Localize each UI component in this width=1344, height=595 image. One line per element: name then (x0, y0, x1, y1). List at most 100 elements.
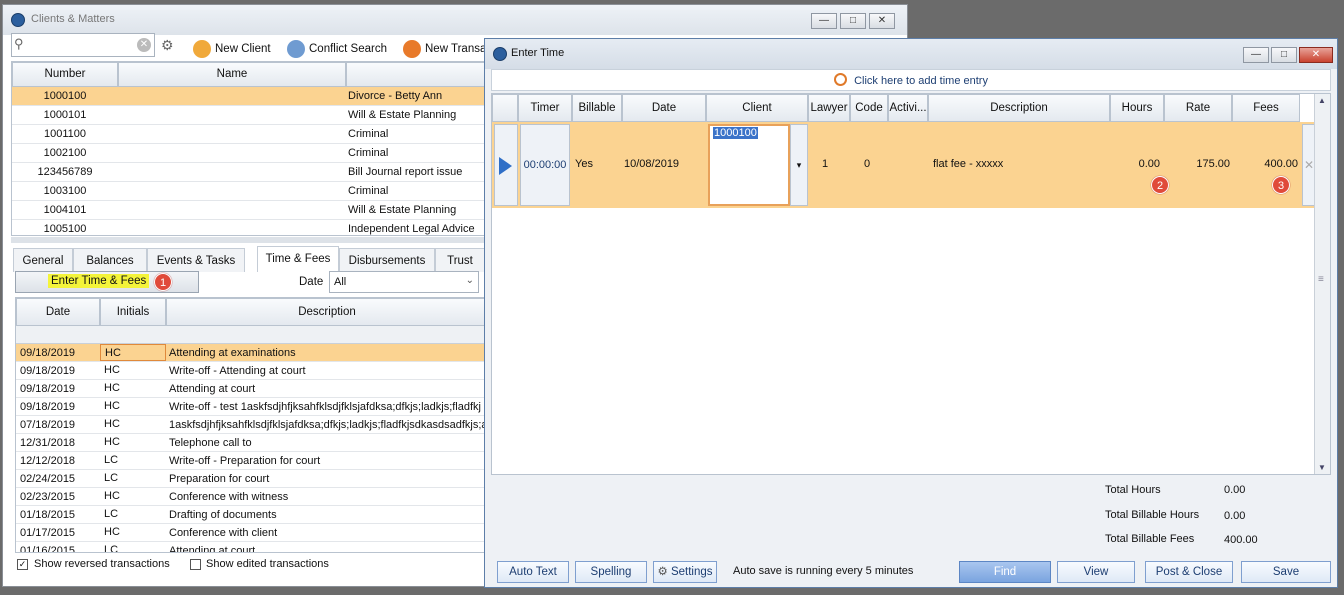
client-row[interactable]: 1003100 Criminal (12, 182, 486, 201)
column-header-matter[interactable] (346, 62, 486, 87)
column-header-entry-11[interactable]: Fees (1232, 94, 1300, 122)
callout-badge-2: 2 (1151, 176, 1169, 194)
date-filter-select[interactable]: All ⌄ (329, 271, 479, 293)
tab-balances[interactable]: Balances (73, 248, 147, 272)
column-header-entry-8[interactable]: Description (928, 94, 1110, 122)
txn-description: Telephone call to (169, 437, 252, 449)
transaction-row[interactable]: 12/31/2018 HC Telephone call to (16, 434, 486, 452)
column-header-entry-4[interactable]: Client (706, 94, 808, 122)
column-header-entry-10[interactable]: Rate (1164, 94, 1232, 122)
txn-initials: HC (104, 490, 120, 502)
settings-gear-icon[interactable]: ⚙ (161, 37, 174, 54)
total-hours-value: 0.00 (1224, 484, 1246, 496)
client-number: 123456789 (37, 166, 93, 178)
close-button[interactable]: ✕ (1299, 47, 1333, 63)
client-field[interactable]: 1000100 (708, 124, 790, 206)
scroll-down-icon[interactable]: ▼ (1318, 463, 1326, 472)
transaction-row[interactable]: 01/18/2015 LC Drafting of documents (16, 506, 486, 524)
column-header-entry-9[interactable]: Hours (1110, 94, 1164, 122)
new-transaction-button[interactable]: New Transa (403, 38, 486, 60)
column-header-entry-7[interactable]: Activi... (888, 94, 928, 122)
show-edited-checkbox[interactable] (190, 559, 201, 570)
column-header-number[interactable]: Number (12, 62, 118, 87)
close-button[interactable]: ✕ (869, 13, 895, 29)
column-header-entry-2[interactable]: Billable (572, 94, 622, 122)
client-row[interactable]: 1000100 Divorce - Betty Ann (12, 87, 486, 106)
splitter[interactable] (11, 237, 487, 243)
code-cell[interactable]: 0 (864, 158, 870, 170)
transaction-row[interactable]: 09/18/2019 HC Write-off - test 1askfsdjhfj… (16, 398, 486, 416)
auto-text-button[interactable]: Auto Text (497, 561, 569, 583)
scroll-grip-icon: ≡ (1318, 274, 1324, 285)
rate-cell[interactable]: 175.00 (1172, 158, 1230, 170)
spelling-button[interactable]: Spelling (575, 561, 647, 583)
matter-description: Will & Estate Planning (348, 204, 457, 216)
transaction-row[interactable]: 07/18/2019 HC 1askfsdjhfjksahfklsdjfklsjaf… (16, 416, 486, 434)
column-header-entry-6[interactable]: Code (850, 94, 888, 122)
clear-search-icon[interactable]: ✕ (137, 38, 151, 52)
save-button[interactable]: Save (1241, 561, 1331, 583)
fees-cell[interactable]: 400.00 (1240, 158, 1298, 170)
maximize-button[interactable]: □ (840, 13, 866, 29)
txn-initials: LC (104, 508, 119, 520)
search-input[interactable]: ⚲ ✕ (11, 33, 155, 57)
client-row[interactable]: 1004101 Will & Estate Planning (12, 201, 486, 220)
timer-button[interactable]: 00:00:00 (520, 124, 570, 206)
client-rows: 1000100 Divorce - Betty Ann 1000101 Will & … (12, 87, 486, 235)
column-header-entry-1[interactable]: Timer (518, 94, 572, 122)
transaction-row[interactable]: 01/17/2015 HC Conference with client (16, 524, 486, 542)
column-header-initials[interactable]: Initials (100, 298, 166, 326)
transaction-row[interactable]: 12/12/2018 LC Write-off - Preparation for … (16, 452, 486, 470)
maximize-button[interactable]: □ (1271, 47, 1297, 63)
transaction-row[interactable]: 02/23/2015 HC Conference with witness (16, 488, 486, 506)
column-header-selector[interactable] (492, 94, 518, 122)
transaction-row[interactable]: 09/18/2019 HC Attending at examinations (16, 344, 486, 362)
client-row[interactable]: 123456789 Bill Journal report issue (12, 163, 486, 182)
filter-row[interactable] (16, 326, 486, 344)
transaction-row[interactable]: 09/18/2019 HC Attending at court (16, 380, 486, 398)
new-client-button[interactable]: New Client (193, 38, 271, 60)
tab-time-fees[interactable]: Time & Fees (257, 246, 339, 272)
tab-disbursements[interactable]: Disbursements (339, 248, 435, 272)
billable-cell[interactable]: Yes (575, 158, 593, 170)
client-row[interactable]: 1002100 Criminal (12, 144, 486, 163)
txn-initials: HC (100, 344, 166, 361)
conflict-search-button[interactable]: Conflict Search (287, 38, 387, 60)
add-time-entry-link[interactable]: Click here to add time entry (491, 69, 1331, 91)
client-row[interactable]: 1005100 Independent Legal Advice (12, 220, 486, 235)
vertical-scrollbar[interactable]: ▲ ≡ ▼ (1314, 94, 1330, 474)
description-cell[interactable]: flat fee - xxxxx (933, 158, 1003, 170)
scroll-up-icon[interactable]: ▲ (1318, 96, 1326, 105)
transaction-row[interactable]: 09/18/2019 HC Write-off - Attending at cou… (16, 362, 486, 380)
client-row[interactable]: 1001100 Criminal (12, 125, 486, 144)
transaction-row[interactable]: 01/16/2015 LC Attending at court (16, 542, 486, 552)
tab-trust[interactable]: Trust (435, 248, 485, 272)
minimize-button[interactable]: — (1243, 47, 1269, 63)
settings-button[interactable]: ⚙ Settings (653, 561, 717, 583)
txn-description: Conference with witness (169, 491, 289, 503)
client-value: 1000100 (713, 127, 758, 139)
client-dropdown-button[interactable]: ▾ (790, 124, 808, 206)
row-selector[interactable] (494, 124, 518, 206)
column-header-date[interactable]: Date (16, 298, 100, 326)
find-button[interactable]: Find (959, 561, 1051, 583)
column-header-entry-3[interactable]: Date (622, 94, 706, 122)
lawyer-cell[interactable]: 1 (822, 158, 828, 170)
tab-events-tasks[interactable]: Events & Tasks (147, 248, 245, 272)
show-reversed-checkbox[interactable]: ✓ (17, 559, 28, 570)
conflict-search-icon (287, 40, 305, 58)
view-button[interactable]: View (1057, 561, 1135, 583)
hours-cell[interactable]: 0.00 (1112, 158, 1160, 170)
callout-badge-3: 3 (1272, 176, 1290, 194)
column-header-description[interactable]: Description (166, 298, 486, 326)
client-row[interactable]: 1000101 Will & Estate Planning (12, 106, 486, 125)
tab-general[interactable]: General (13, 248, 73, 272)
transaction-row[interactable]: 02/24/2015 LC Preparation for court (16, 470, 486, 488)
column-header-entry-5[interactable]: Lawyer (808, 94, 850, 122)
minimize-button[interactable]: — (811, 13, 837, 29)
time-entry-row[interactable]: 00:00:00 Yes 10/08/2019 1000100 ▾ 1 0 fl… (492, 122, 1316, 208)
column-header-name[interactable]: Name (118, 62, 346, 87)
post-close-button[interactable]: Post & Close (1145, 561, 1233, 583)
date-cell[interactable]: 10/08/2019 (624, 158, 679, 170)
txn-description: Drafting of documents (169, 509, 277, 521)
